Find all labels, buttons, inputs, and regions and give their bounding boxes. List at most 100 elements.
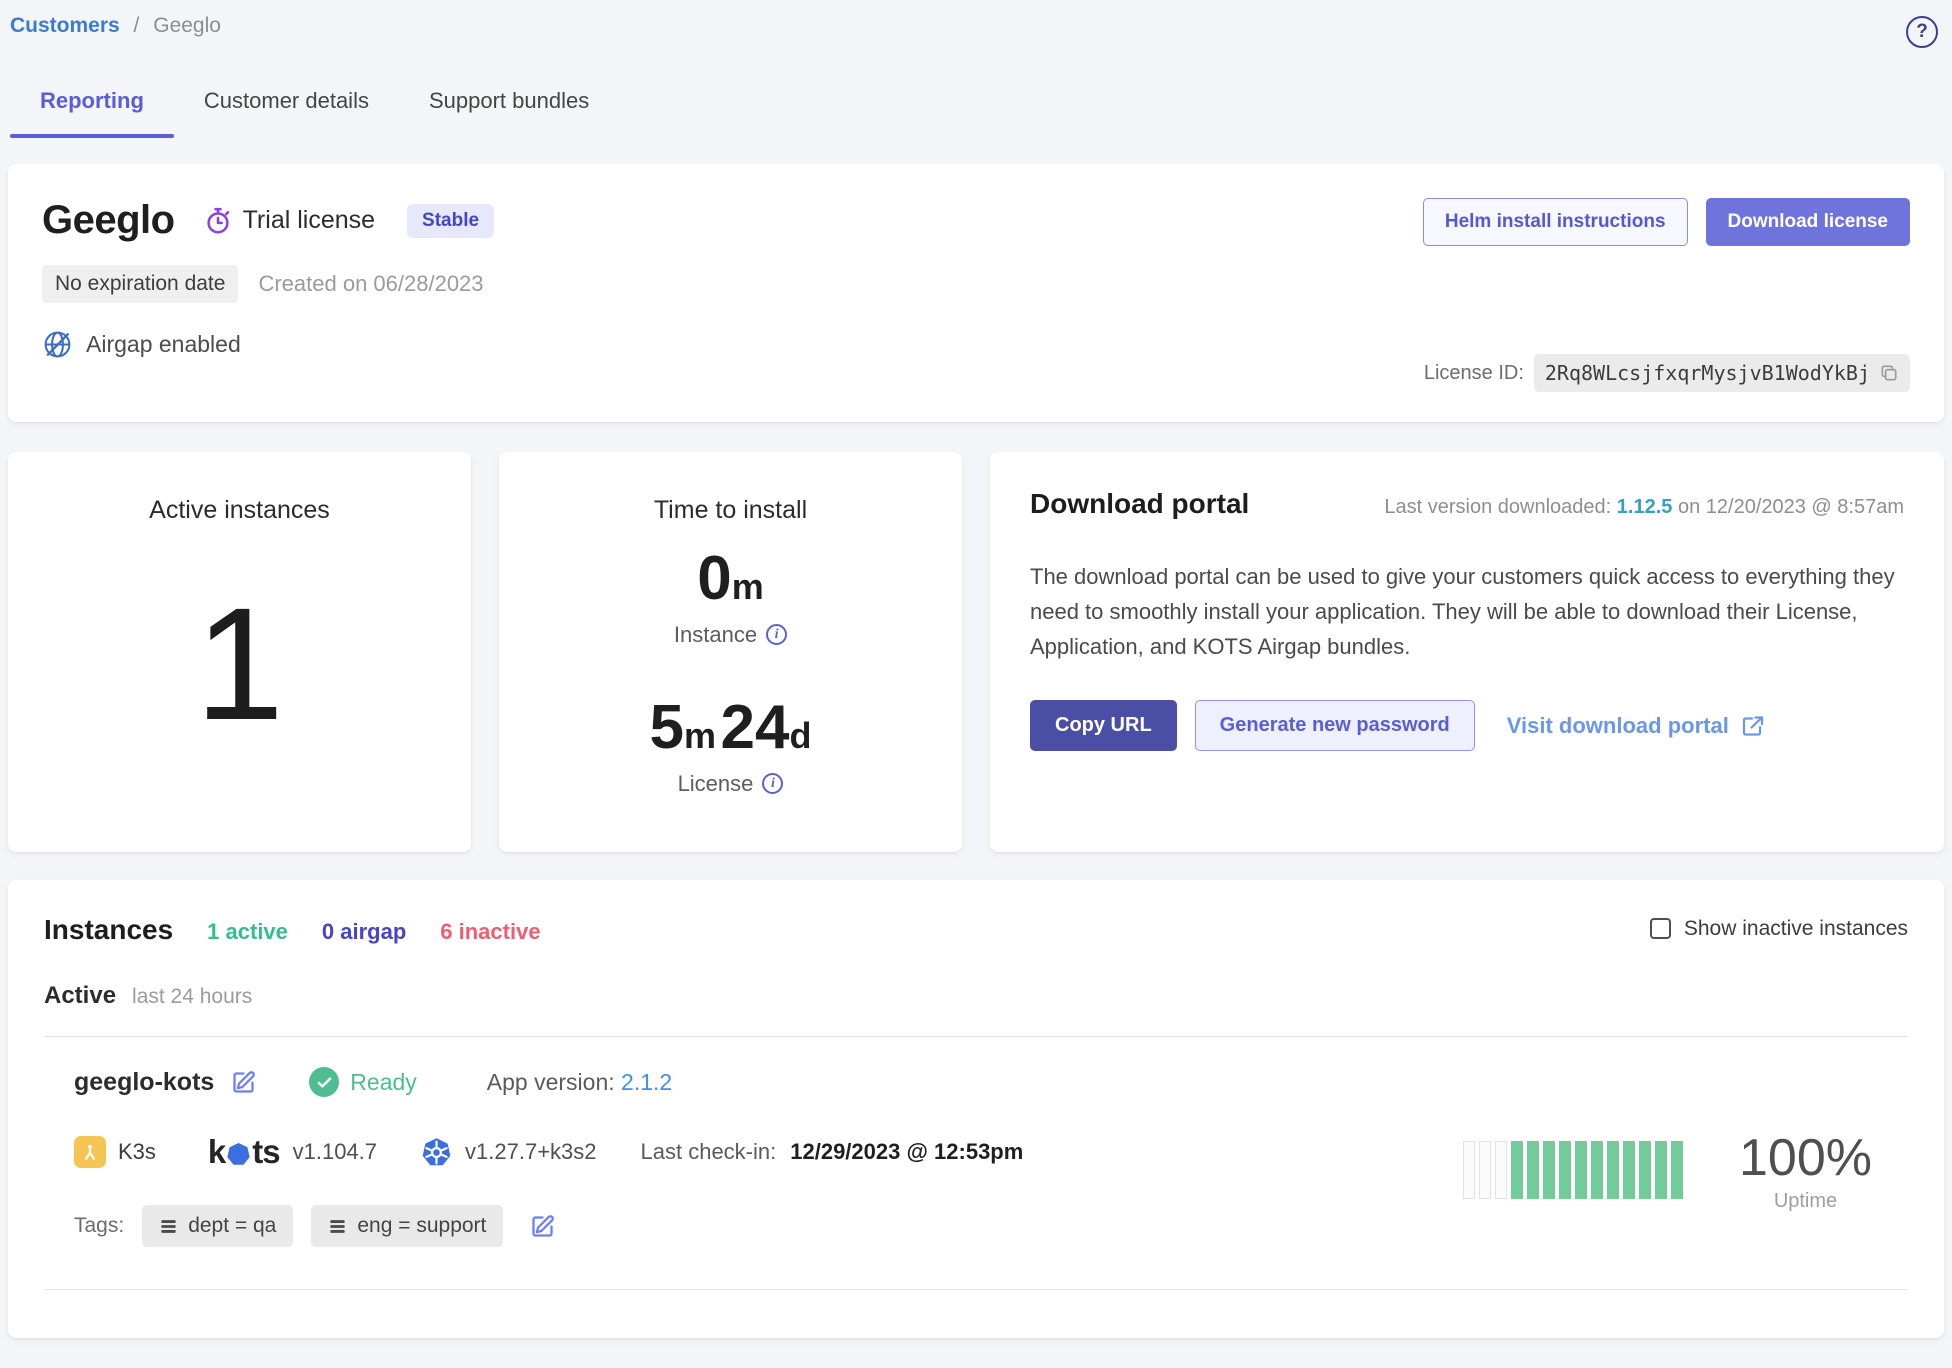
instances-title: Instances: [44, 914, 173, 946]
active-instances-value: 1: [195, 525, 284, 822]
instance-time-unit: m: [732, 566, 764, 607]
download-license-button[interactable]: Download license: [1706, 198, 1910, 246]
stopwatch-icon: [203, 206, 233, 236]
created-date: Created on 06/28/2023: [258, 271, 483, 297]
show-inactive-checkbox[interactable]: [1650, 918, 1671, 939]
uptime-bar-up: [1639, 1141, 1651, 1199]
airgap-count[interactable]: 0 airgap: [322, 919, 406, 945]
license-time-group: 5m 24d License i: [650, 692, 812, 797]
last-checkin-value: 12/29/2023 @ 12:53pm: [790, 1139, 1023, 1165]
customer-summary-card: Geeglo Trial license Stable No expiratio…: [8, 164, 1944, 422]
uptime-section: 100% Uptime: [1463, 1093, 1898, 1247]
license-time-label: License: [678, 771, 754, 797]
instance-status-label: Ready: [350, 1069, 416, 1096]
copy-icon[interactable]: [1879, 363, 1899, 383]
time-to-install-card: Time to install 0m Instance i 5m 24d: [499, 452, 962, 852]
kots-logo: kts: [208, 1133, 280, 1171]
app-version-label: App version:: [487, 1069, 615, 1095]
kots-logo-ts: ts: [252, 1133, 279, 1171]
visit-download-portal-label: Visit download portal: [1507, 713, 1729, 739]
breadcrumb-customers-link[interactable]: Customers: [10, 14, 120, 37]
active-section-subtitle: last 24 hours: [132, 985, 252, 1009]
uptime-bar-empty: [1479, 1141, 1491, 1199]
uptime-bar-up: [1623, 1141, 1635, 1199]
channel-badge: Stable: [407, 204, 494, 238]
tab-support-bundles[interactable]: Support bundles: [399, 74, 619, 138]
copy-url-button[interactable]: Copy URL: [1030, 700, 1177, 751]
external-link-icon: [1741, 714, 1765, 738]
airgap-globe-icon: [42, 329, 73, 360]
app-version: App version: 2.1.2: [487, 1069, 672, 1096]
tag-pill: dept = qa: [142, 1205, 293, 1247]
tab-bar: Reporting Customer details Support bundl…: [8, 74, 1944, 138]
visit-download-portal-link[interactable]: Visit download portal: [1507, 713, 1765, 739]
uptime-bar-empty: [1463, 1141, 1475, 1199]
tag-lines-icon: [159, 1217, 178, 1236]
distribution-label: K3s: [118, 1139, 156, 1165]
last-checkin-label: Last check-in:: [641, 1139, 777, 1165]
license-info-icon[interactable]: i: [762, 773, 783, 794]
instance-status: Ready: [309, 1067, 416, 1097]
instance-time-label: Instance: [674, 622, 757, 648]
k3s-icon: [74, 1136, 106, 1168]
inactive-count[interactable]: 6 inactive: [440, 919, 540, 945]
edit-instance-name-icon[interactable]: [230, 1069, 257, 1096]
download-portal-description: The download portal can be used to give …: [1030, 560, 1904, 664]
tag-text: eng = support: [357, 1214, 486, 1238]
customer-summary-left: Geeglo Trial license Stable No expiratio…: [42, 198, 494, 392]
uptime-bar-up: [1671, 1141, 1683, 1199]
kots-version: v1.104.7: [293, 1139, 377, 1165]
license-id-value: 2Rq8WLcsjfxqrMysjvB1WodYkBj: [1545, 361, 1870, 385]
last-version-label: Last version downloaded:: [1384, 496, 1611, 518]
instance-name: geeglo-kots: [74, 1068, 214, 1097]
divider: [44, 1289, 1908, 1290]
top-bar: Customers / Geeglo ?: [8, 12, 1944, 48]
download-portal-card: Download portal Last version downloaded:…: [990, 452, 1944, 852]
customer-summary-right: Helm install instructions Download licen…: [1423, 198, 1910, 392]
tags-label: Tags:: [74, 1214, 124, 1238]
instance-info-icon[interactable]: i: [766, 624, 787, 645]
tag-pill: eng = support: [311, 1205, 503, 1247]
last-version-downloaded: Last version downloaded: 1.12.5 on 12/20…: [1384, 496, 1904, 519]
kots-logo-k: k: [208, 1133, 225, 1171]
breadcrumb: Customers / Geeglo: [10, 14, 221, 38]
helm-install-instructions-button[interactable]: Helm install instructions: [1423, 198, 1688, 246]
download-portal-title: Download portal: [1030, 488, 1249, 520]
kubernetes-icon: [421, 1137, 452, 1168]
license-time-value-2: 24: [720, 693, 789, 762]
tab-customer-details[interactable]: Customer details: [174, 74, 399, 138]
license-id-pill: 2Rq8WLcsjfxqrMysjvB1WodYkBj: [1534, 354, 1910, 392]
instance-time-group: 0m Instance i: [650, 543, 812, 648]
generate-new-password-button[interactable]: Generate new password: [1195, 700, 1475, 751]
stats-row: Active instances 1 Time to install 0m In…: [8, 452, 1944, 852]
breadcrumb-separator: /: [134, 14, 140, 37]
instance-time-value: 0: [697, 544, 731, 613]
last-version-link[interactable]: 1.12.5: [1617, 496, 1673, 518]
k8s-version: v1.27.7+k3s2: [465, 1139, 596, 1165]
customer-reporting-page: Customers / Geeglo ? Reporting Customer …: [0, 0, 1952, 1338]
help-icon[interactable]: ?: [1906, 16, 1938, 48]
last-version-date: on 12/20/2023 @ 8:57am: [1678, 496, 1904, 518]
uptime-bar-up: [1655, 1141, 1667, 1199]
license-type-label: Trial license: [243, 206, 375, 235]
license-time-unit-1: m: [684, 715, 716, 756]
edit-tags-icon[interactable]: [529, 1213, 556, 1240]
tab-reporting[interactable]: Reporting: [10, 74, 174, 138]
active-instances-title: Active instances: [149, 496, 330, 525]
uptime-value: 100%: [1739, 1128, 1872, 1188]
instances-card: Instances 1 active 0 airgap 6 inactive S…: [8, 880, 1944, 1338]
uptime-bar-up: [1575, 1141, 1587, 1199]
check-circle-icon: [309, 1067, 339, 1097]
uptime-bar-up: [1527, 1141, 1539, 1199]
tag-text: dept = qa: [188, 1214, 276, 1238]
app-version-link[interactable]: 2.1.2: [621, 1069, 672, 1095]
uptime-bar-empty: [1495, 1141, 1507, 1199]
breadcrumb-current: Geeglo: [153, 14, 221, 37]
active-count[interactable]: 1 active: [207, 919, 288, 945]
uptime-bar-up: [1607, 1141, 1619, 1199]
license-time-unit-2: d: [789, 715, 811, 756]
license-id-label: License ID:: [1424, 362, 1524, 385]
uptime-bars: [1463, 1141, 1683, 1199]
show-inactive-label: Show inactive instances: [1684, 917, 1908, 941]
active-section-title: Active: [44, 982, 116, 1010]
